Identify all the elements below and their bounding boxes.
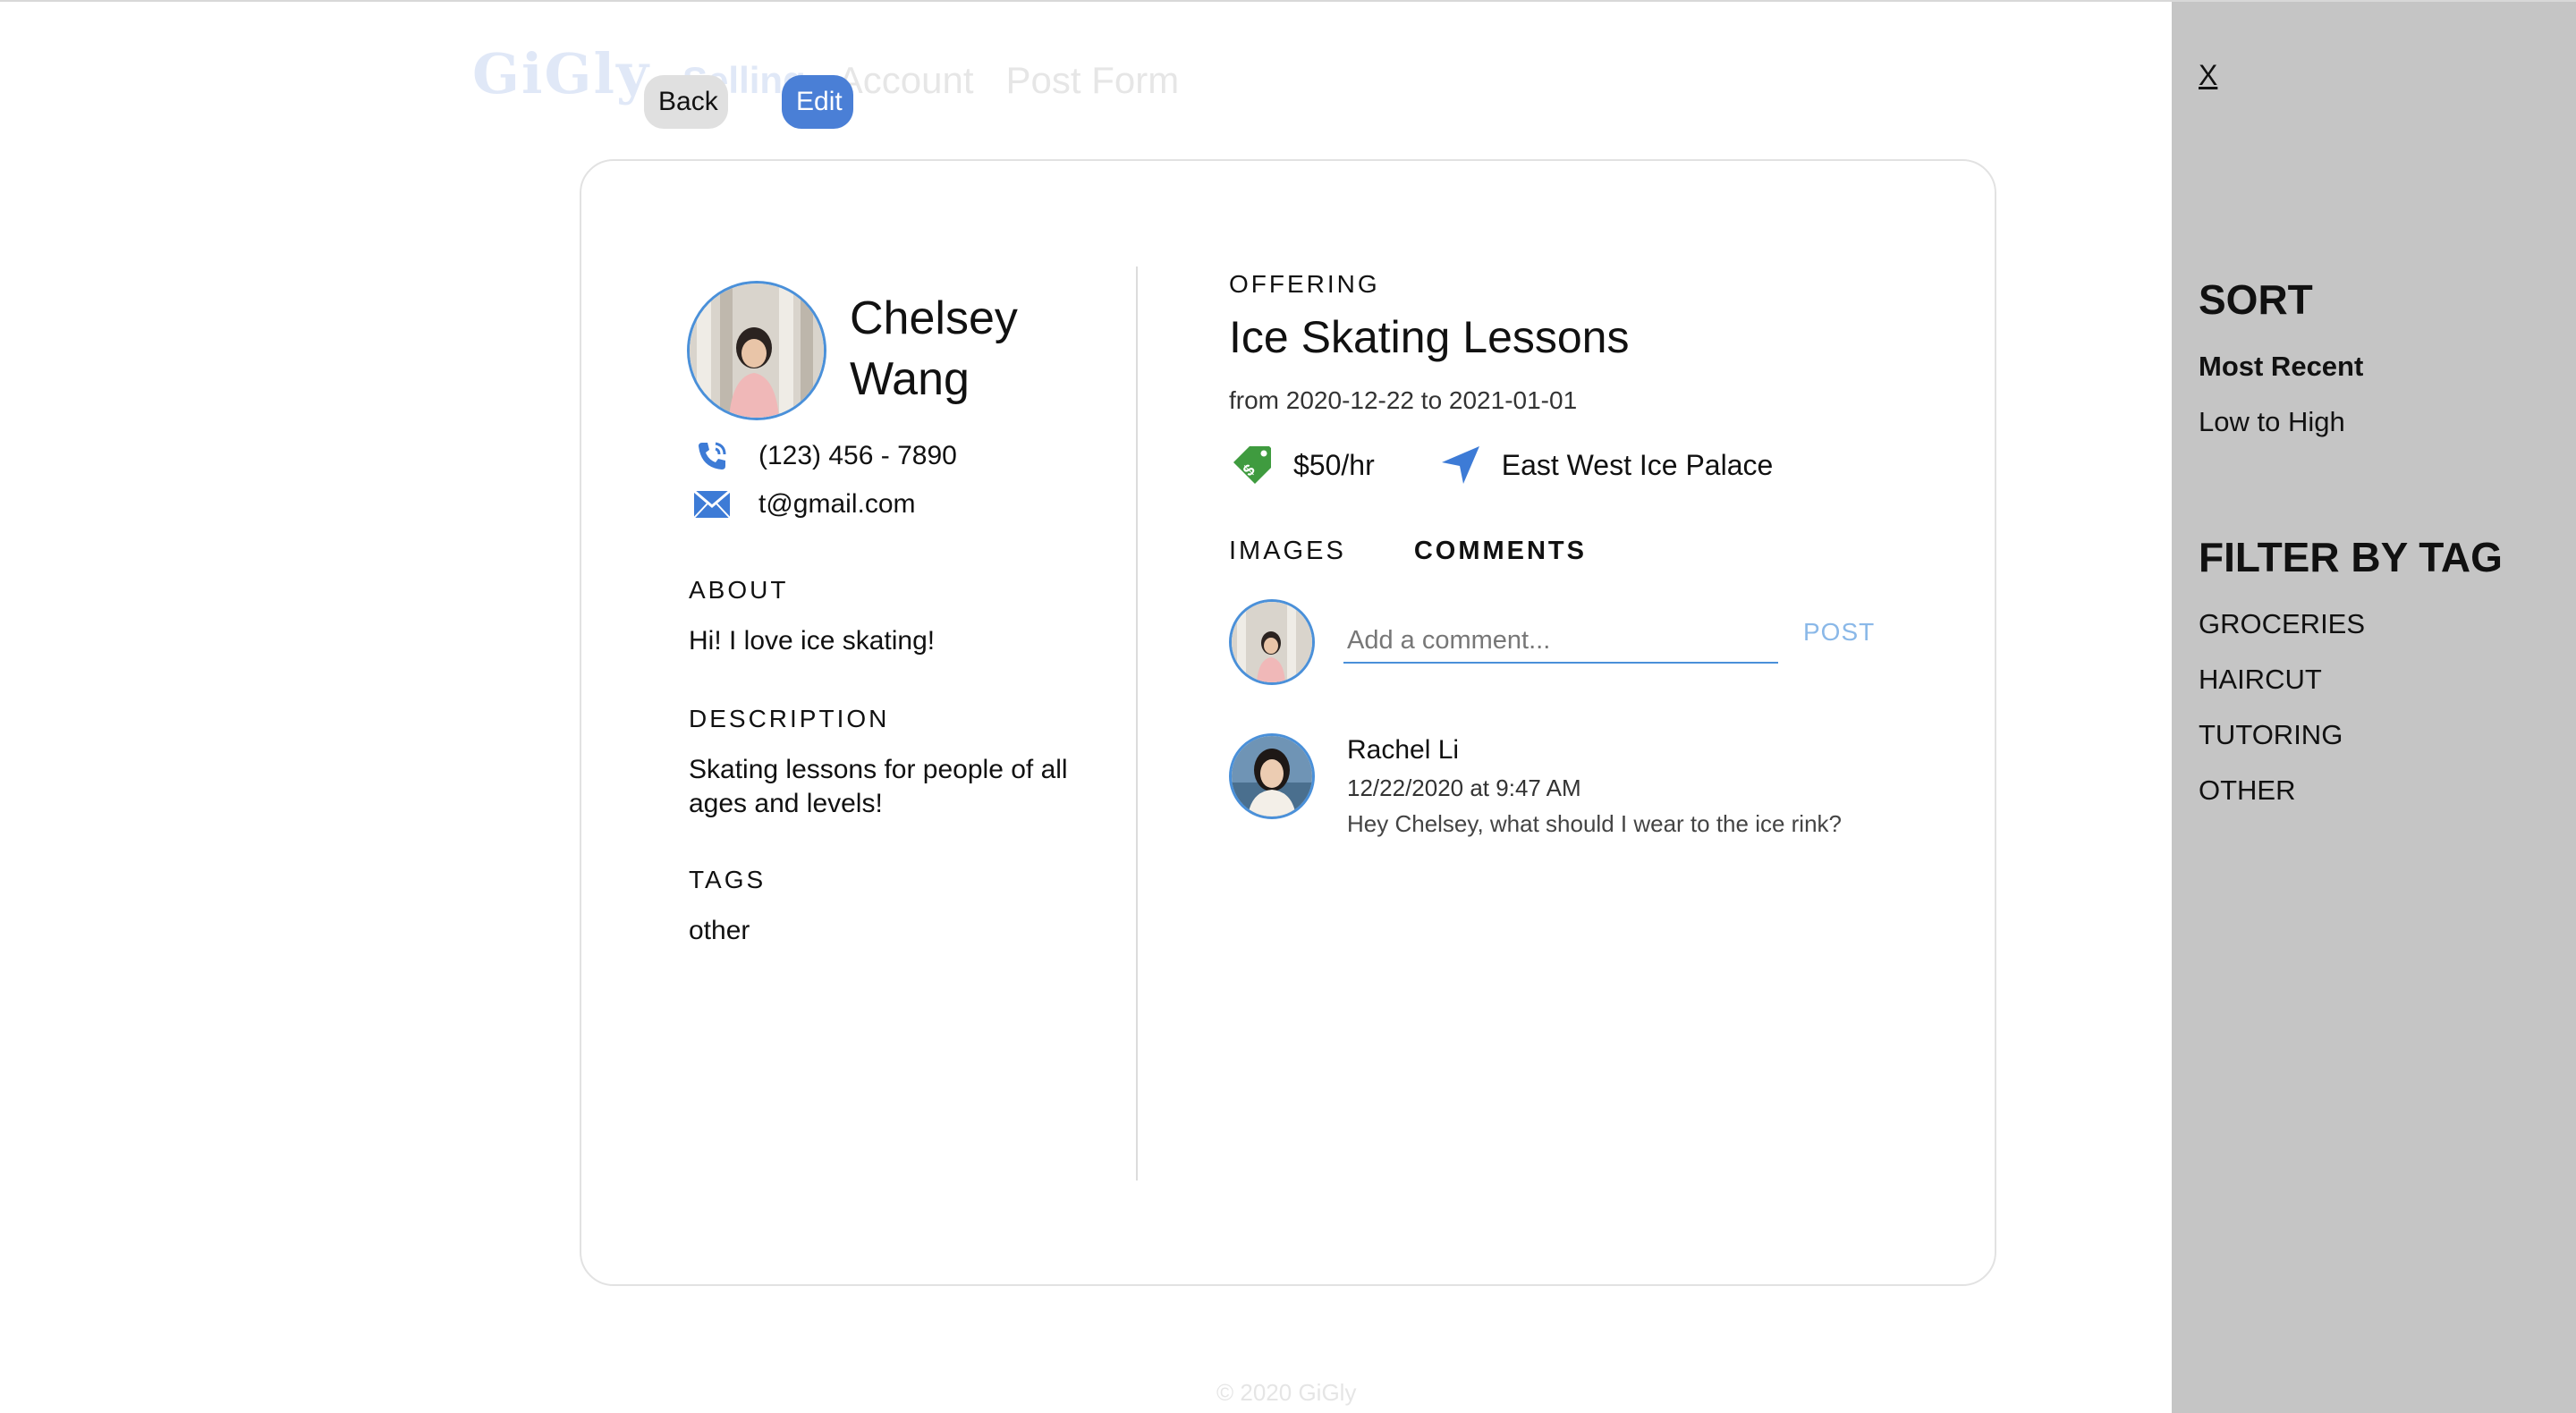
mail-icon (692, 485, 732, 524)
filter-option-other[interactable]: OTHER (2199, 774, 2296, 807)
filter-sidebar: X SORT Most Recent Low to High FILTER BY… (2172, 2, 2576, 1413)
offering-title: Ice Skating Lessons (1229, 312, 1630, 362)
offering-dates: from 2020-12-22 to 2021-01-01 (1229, 386, 1578, 414)
price-location-row: $ $50/hr East West Ice Palace (1229, 442, 1773, 488)
tabs: IMAGES COMMENTS (1229, 537, 1587, 566)
price-tag-icon: $ (1229, 442, 1275, 488)
tab-images[interactable]: IMAGES (1229, 537, 1346, 566)
sort-option-low-to-high[interactable]: Low to High (2199, 406, 2345, 438)
filter-heading: FILTER BY TAG (2199, 534, 2503, 580)
tags-text: other (689, 916, 750, 945)
current-user-avatar (1229, 599, 1315, 685)
phone-number: (123) 456 - 7890 (758, 441, 957, 470)
back-button[interactable]: Back (644, 75, 728, 129)
about-text: Hi! I love ice skating! (689, 626, 936, 656)
description-label: DESCRIPTION (689, 705, 890, 732)
phone-icon (692, 436, 732, 476)
phone-row: (123) 456 - 7890 (692, 436, 957, 476)
about-label: ABOUT (689, 576, 789, 604)
price: $50/hr (1293, 448, 1375, 481)
comment-text: Hey Chelsey, what should I wear to the i… (1347, 810, 1843, 837)
post-comment-button[interactable]: POST (1798, 617, 1880, 647)
filter-option-groceries[interactable]: GROCERIES (2199, 608, 2365, 640)
description-text: Skating lessons for people of all ages a… (689, 755, 1068, 818)
email-row: t@gmail.com (692, 485, 916, 524)
profile-avatar (687, 281, 826, 420)
page: GiGly Selling Account Post Form Back Edi… (0, 0, 2576, 1413)
offering-label: OFFERING (1229, 270, 1380, 298)
sort-heading: SORT (2199, 276, 2313, 323)
logo[interactable]: GiGly (472, 41, 650, 106)
filter-option-haircut[interactable]: HAIRCUT (2199, 664, 2322, 696)
profile-name: Chelsey Wang (850, 292, 1018, 405)
sort-option-most-recent[interactable]: Most Recent (2199, 351, 2363, 383)
comment-author-avatar (1229, 733, 1315, 819)
location: East West Ice Palace (1501, 448, 1774, 481)
comment-author-photo (1232, 736, 1312, 816)
location-arrow-icon (1437, 442, 1484, 488)
comment-timestamp: 12/22/2020 at 9:47 AM (1347, 774, 1581, 801)
column-divider (1136, 267, 1138, 1180)
tab-comments[interactable]: COMMENTS (1414, 537, 1587, 566)
footer-copyright: © 2020 GiGly (1216, 1379, 1357, 1406)
edit-button[interactable]: Edit (782, 75, 853, 129)
comment-author: Rachel Li (1347, 735, 1460, 765)
listing-card: Chelsey Wang (123) 456 - 7890 t@gmail.co… (580, 159, 1996, 1286)
close-sidebar-button[interactable]: X (2199, 59, 2217, 92)
comment-input[interactable] (1343, 619, 1778, 664)
tags-label: TAGS (689, 866, 767, 893)
profile-photo (690, 283, 824, 418)
current-user-photo (1232, 602, 1312, 682)
filter-option-tutoring[interactable]: TUTORING (2199, 719, 2343, 751)
nav-link-post-form[interactable]: Post Form (1006, 59, 1180, 102)
nav-link-account[interactable]: Account (838, 59, 974, 102)
email-address: t@gmail.com (758, 489, 916, 519)
